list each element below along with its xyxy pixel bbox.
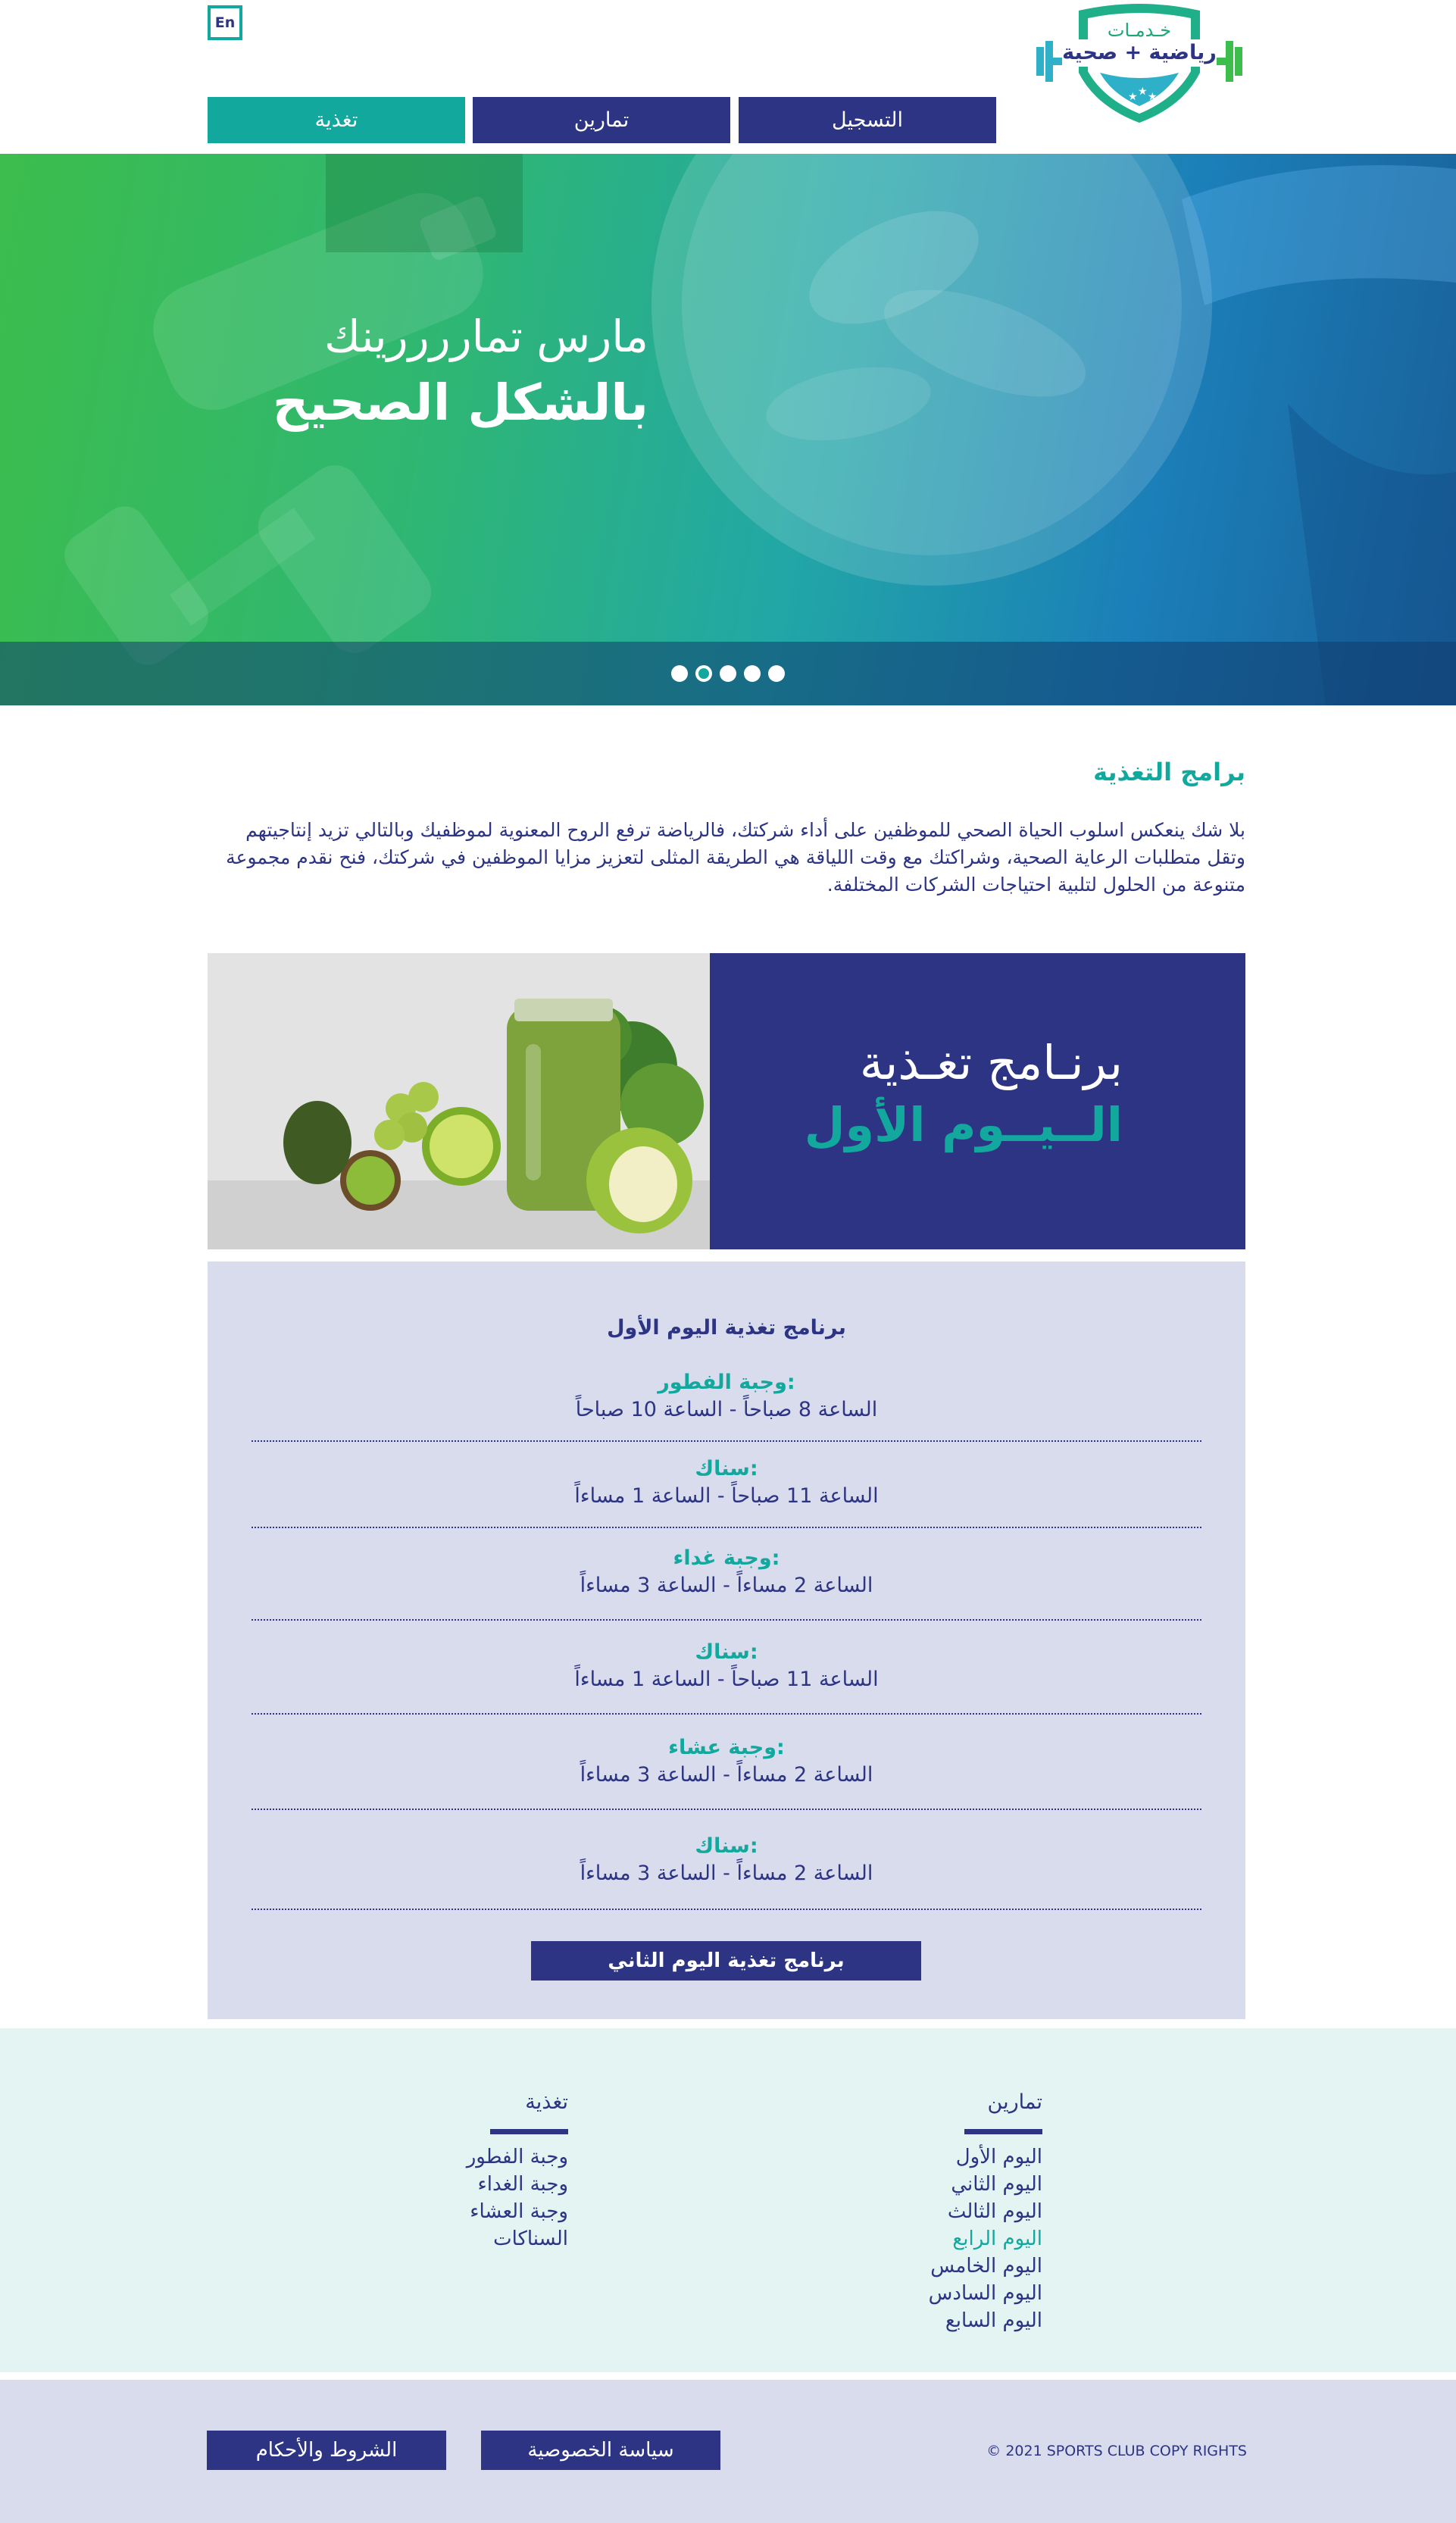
nav-exercises-button[interactable]: تمارين — [473, 97, 730, 143]
slider-dot[interactable] — [720, 665, 736, 682]
footer-link-day[interactable]: اليوم الثاني — [929, 2171, 1042, 2198]
logo-text-top: خـدمـات — [1107, 20, 1172, 41]
bottom-bar: الشروط والأحكام سياسة الخصوصية © 2021 SP… — [0, 2380, 1456, 2523]
meal-item: سناك: الساعة 2 مساءاً - الساعة 3 مساءاً — [252, 1833, 1201, 1910]
language-toggle-button[interactable]: En — [208, 5, 242, 40]
schedule-title: برنامج تغذية اليوم الأول — [607, 1316, 846, 1340]
svg-text:★: ★ — [1128, 91, 1138, 103]
slider-pagination — [0, 642, 1456, 705]
meal-schedule-card: برنامج تغذية اليوم الأول وجبة الفطور: ال… — [208, 1262, 1245, 2019]
meal-name: سناك: — [695, 1457, 758, 1480]
hero-title-line-2: بالشكل الصحيح — [272, 374, 648, 432]
footer-nutrition-title: تغذية — [525, 2090, 568, 2114]
intro-paragraph: بلا شك ينعكس اسلوب الحياة الصحي للموظفين… — [226, 819, 1245, 896]
banner-title-line-2: الــيــوم الأول — [804, 1097, 1123, 1152]
nav-register-button[interactable]: التسجيل — [739, 97, 996, 143]
meal-name: سناك: — [695, 1834, 758, 1858]
meal-name: وجبة الفطور: — [658, 1371, 795, 1394]
smoothie-illustration — [208, 953, 710, 1249]
footer-link-day[interactable]: اليوم الثالث — [929, 2198, 1042, 2225]
site-logo[interactable]: ★ ★ ★ خـدمـات رياضية + صحية — [1032, 0, 1247, 127]
nav-nutrition-button[interactable]: تغذية — [208, 97, 465, 143]
hero-slider: مارس تماررررينك بالشكل الصحيح — [0, 154, 1456, 705]
meal-time: الساعة 2 مساءاً - الساعة 3 مساءاً — [580, 1763, 873, 1787]
footer-exercises-title: تمارين — [987, 2090, 1042, 2114]
slider-dot[interactable] — [768, 665, 785, 682]
banner-title-line-1: برنـامج تغـذية — [859, 1035, 1123, 1090]
hero-background-illustration — [64, 154, 1456, 705]
footer-link-day-active[interactable]: اليوم الرابع — [929, 2225, 1042, 2253]
footer-exercises-underline — [964, 2129, 1042, 2134]
terms-button[interactable]: الشروط والأحكام — [207, 2431, 446, 2470]
meal-time: الساعة 2 مساءاً - الساعة 3 مساءاً — [580, 1574, 873, 1597]
section-heading: برامج التغذية — [1093, 758, 1245, 786]
hero-title-line-1: مارس تماررررينك — [324, 311, 648, 362]
meal-name: وجبة غداء: — [673, 1546, 780, 1570]
svg-text:★: ★ — [1138, 86, 1148, 98]
footer-link-day[interactable]: اليوم السادس — [929, 2280, 1042, 2307]
footer-link-meal[interactable]: وجبة الغداء — [467, 2171, 568, 2198]
meal-item: وجبة غداء: الساعة 2 مساءاً - الساعة 3 مس… — [252, 1545, 1201, 1621]
smoothie-image — [208, 953, 710, 1249]
meal-time: الساعة 2 مساءاً - الساعة 3 مساءاً — [580, 1862, 873, 1885]
copyright-text: © 2021 SPORTS CLUB COPY RIGHTS — [986, 2443, 1247, 2459]
privacy-button[interactable]: سياسة الخصوصية — [481, 2431, 720, 2470]
slider-dot[interactable] — [744, 665, 761, 682]
meal-name: وجبة عشاء: — [668, 1736, 785, 1759]
meal-name: سناك: — [695, 1640, 758, 1664]
slider-dot[interactable] — [671, 665, 688, 682]
meal-item: سناك: الساعة 11 صباحاً - الساعة 1 مساءاً — [252, 1455, 1201, 1528]
footer-link-meal[interactable]: السناكات — [467, 2225, 568, 2253]
slider-dot-active[interactable] — [695, 665, 712, 682]
meal-item: وجبة الفطور: الساعة 8 صباحاً - الساعة 10… — [252, 1369, 1201, 1442]
footer-link-day[interactable]: اليوم الخامس — [929, 2253, 1042, 2280]
svg-text:★: ★ — [1148, 91, 1158, 103]
logo-text-bottom: رياضية + صحية — [1062, 41, 1217, 64]
footer-link-day[interactable]: اليوم الأول — [929, 2143, 1042, 2171]
footer-nutrition-list: وجبة الفطور وجبة الغداء وجبة العشاء السن… — [467, 2143, 568, 2253]
meal-time: الساعة 11 صباحاً - الساعة 1 مساءاً — [574, 1668, 879, 1691]
footer-link-day[interactable]: اليوم السابع — [929, 2307, 1042, 2334]
meal-item: وجبة عشاء: الساعة 2 مساءاً - الساعة 3 مس… — [252, 1734, 1201, 1810]
footer-link-meal[interactable]: وجبة العشاء — [467, 2198, 568, 2225]
meal-time: الساعة 11 صباحاً - الساعة 1 مساءاً — [574, 1484, 879, 1508]
footer-link-meal[interactable]: وجبة الفطور — [467, 2143, 568, 2171]
meal-time: الساعة 8 صباحاً - الساعة 10 صباحاً — [575, 1398, 878, 1421]
next-day-program-button[interactable]: برنامج تغذية اليوم الثاني — [531, 1941, 921, 1981]
footer-exercises-list: اليوم الأول اليوم الثاني اليوم الثالث ال… — [929, 2143, 1042, 2334]
meal-item: سناك: الساعة 11 صباحاً - الساعة 1 مساءاً — [252, 1639, 1201, 1715]
footer-links-section: تمارين اليوم الأول اليوم الثاني اليوم ال… — [0, 2028, 1456, 2372]
footer-nutrition-underline — [490, 2129, 568, 2134]
